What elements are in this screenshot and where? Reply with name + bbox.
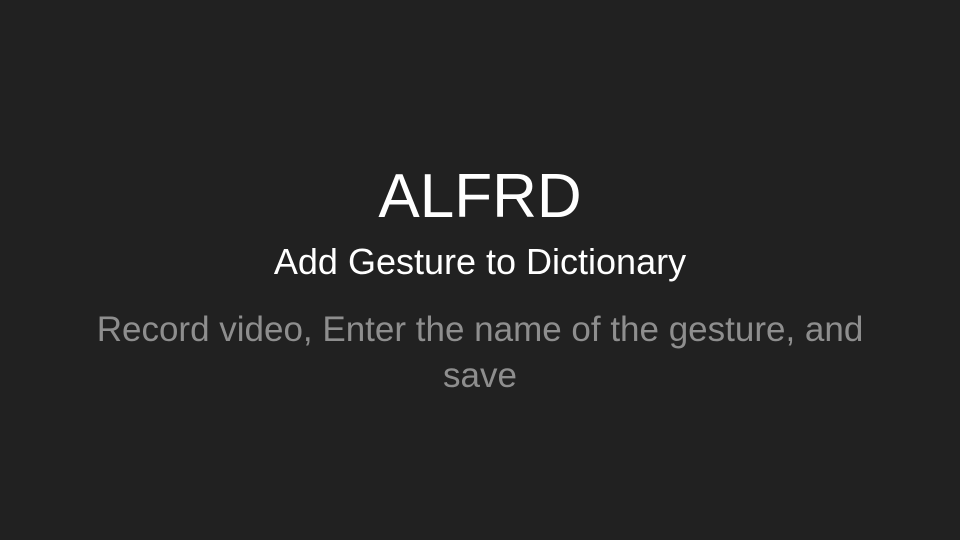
slide-title: ALFRD bbox=[378, 162, 582, 231]
slide: ALFRD Add Gesture to Dictionary Record v… bbox=[0, 0, 960, 540]
slide-subtitle: Add Gesture to Dictionary bbox=[273, 241, 687, 282]
slide-body-text: Record video, Enter the name of the gest… bbox=[96, 310, 864, 395]
